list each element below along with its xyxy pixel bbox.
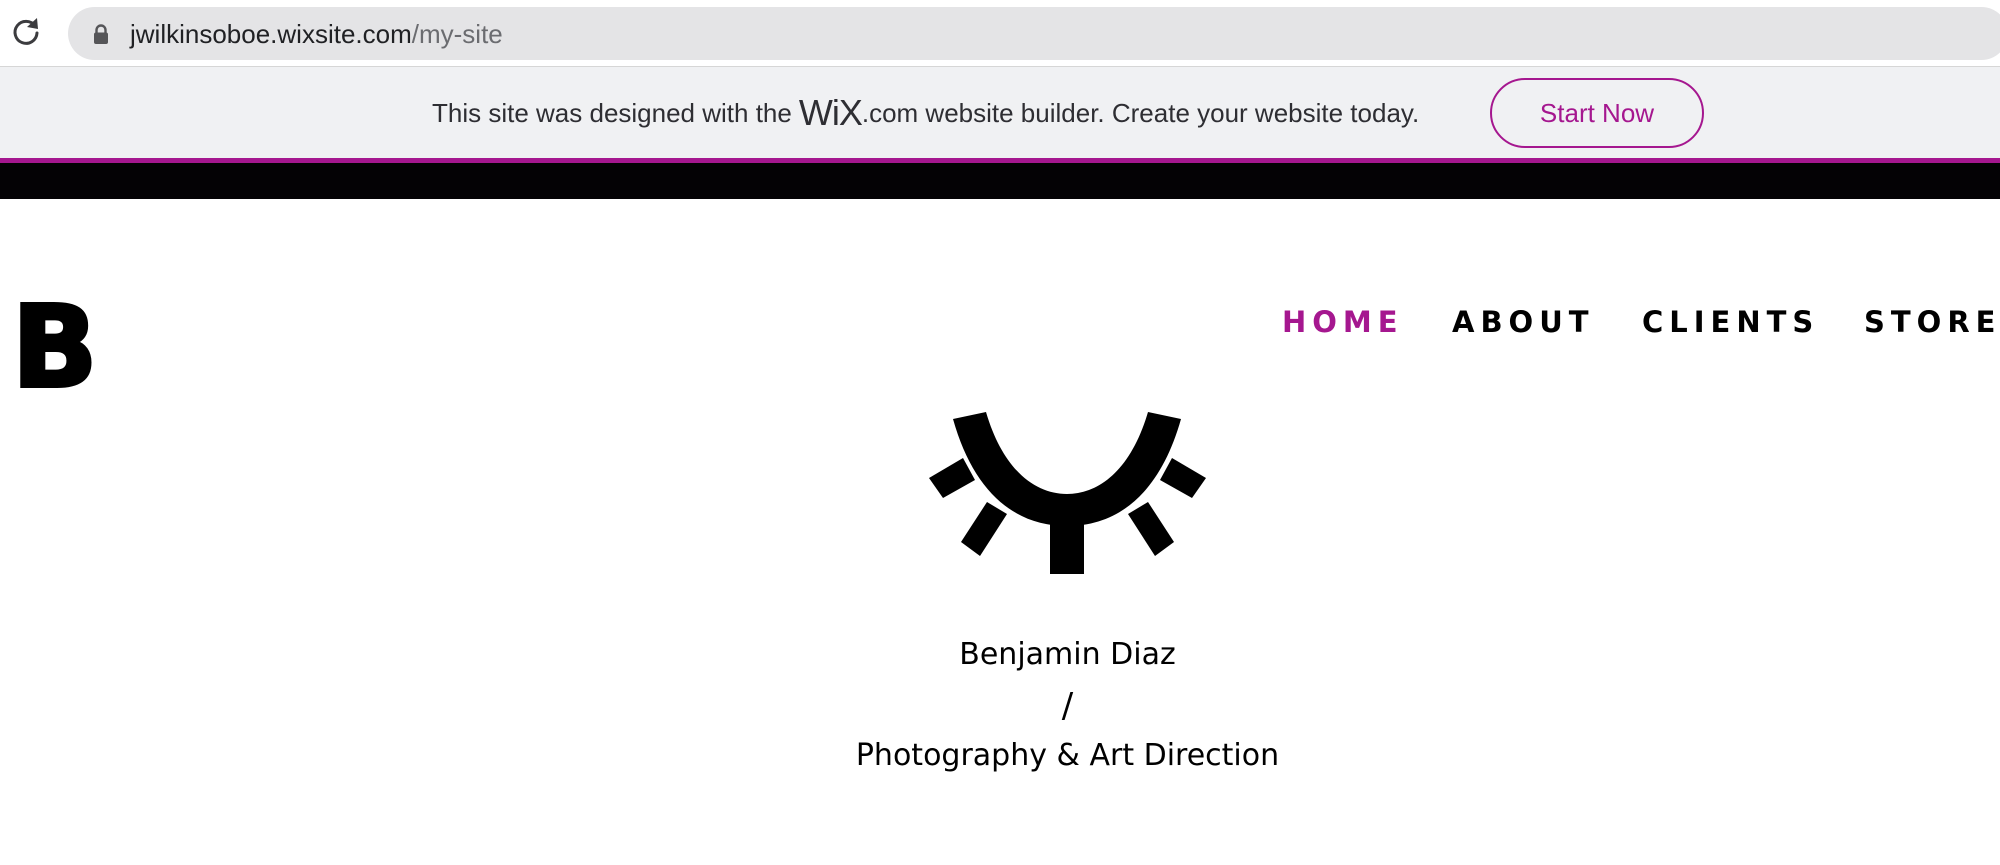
nav-item-clients[interactable]: CLIENTS [1642, 300, 1819, 344]
wix-promo-banner: This site was designed with the WiX .com… [0, 67, 2000, 159]
reload-icon[interactable] [10, 15, 42, 47]
address-bar[interactable]: jwilkinsoboe.wixsite.com/my-site [68, 7, 2000, 60]
wix-logo: WiX [798, 92, 863, 133]
url-path: /my-site [411, 19, 503, 49]
start-now-button[interactable]: Start Now [1490, 78, 1704, 148]
nav-item-about[interactable]: ABOUT [1452, 300, 1595, 344]
hero-separator: / [1061, 686, 1074, 726]
banner-text-after: .com website builder. Create your websit… [861, 97, 1420, 128]
hero-name: Benjamin Diaz [959, 637, 1176, 672]
nav-item-home[interactable]: HOME [1282, 300, 1404, 344]
site-logo[interactable]: B [10, 290, 99, 406]
closed-eye-logo [929, 412, 1206, 574]
banner-text-before: This site was designed with the [432, 97, 792, 128]
url-text[interactable]: jwilkinsoboe.wixsite.com/my-site [130, 19, 503, 49]
hero-role: Photography & Art Direction [855, 738, 1280, 773]
black-strip [0, 163, 2000, 199]
nav-item-store[interactable]: STORE [1864, 300, 2000, 344]
url-host: jwilkinsoboe.wixsite.com [130, 19, 412, 49]
lock-icon[interactable] [92, 23, 110, 45]
banner-message: This site was designed with the WiX .com… [432, 89, 1426, 137]
browser-toolbar: jwilkinsoboe.wixsite.com/my-site [0, 0, 2000, 67]
